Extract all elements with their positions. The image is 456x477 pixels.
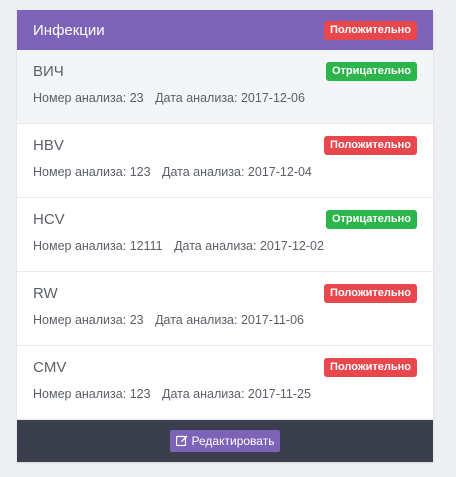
infections-card: Инфекции Положительно ВИЧ Отрицательно Н…	[17, 10, 433, 462]
list-item: RW Положительно Номер анализа: 23 Дата а…	[17, 272, 433, 346]
edit-button-label: Редактировать	[191, 434, 275, 448]
header-status-badge: Положительно	[324, 20, 417, 40]
status-badge: Положительно	[324, 358, 417, 377]
date-label: Дата анализа:	[174, 239, 257, 253]
number-label: Номер анализа:	[33, 165, 127, 179]
list-item: HBV Положительно Номер анализа: 123 Дата…	[17, 124, 433, 198]
item-meta: Номер анализа: 12111 Дата анализа: 2017-…	[33, 239, 417, 253]
date-label: Дата анализа:	[162, 387, 245, 401]
list-item: HCV Отрицательно Номер анализа: 12111 Да…	[17, 198, 433, 272]
edit-button[interactable]: Редактировать	[169, 430, 281, 452]
status-badge: Положительно	[324, 136, 417, 155]
status-badge: Отрицательно	[325, 62, 417, 81]
item-meta: Номер анализа: 123 Дата анализа: 2017-11…	[33, 387, 417, 401]
item-meta: Номер анализа: 23 Дата анализа: 2017-12-…	[33, 91, 417, 105]
item-name: RW	[33, 285, 58, 302]
item-name: CMV	[33, 359, 67, 376]
number-value: 23	[129, 91, 144, 105]
item-meta: Номер анализа: 23 Дата анализа: 2017-11-…	[33, 313, 417, 327]
number-value: 123	[129, 165, 151, 179]
date-label: Дата анализа:	[162, 165, 245, 179]
date-value: 2017-12-02	[259, 239, 324, 253]
list-item: CMV Положительно Номер анализа: 123 Дата…	[17, 346, 433, 420]
date-value: 2017-11-06	[240, 313, 304, 327]
status-badge: Положительно	[324, 284, 417, 303]
number-label: Номер анализа:	[33, 91, 127, 105]
item-name: HCV	[33, 211, 65, 228]
list-item: ВИЧ Отрицательно Номер анализа: 23 Дата …	[17, 50, 433, 124]
number-value: 12111	[129, 239, 163, 253]
card-title: Инфекции	[33, 21, 105, 39]
number-label: Номер анализа:	[33, 387, 127, 401]
number-label: Номер анализа:	[33, 239, 127, 253]
item-name: ВИЧ	[33, 63, 64, 80]
item-name: HBV	[33, 137, 64, 154]
edit-icon	[175, 435, 188, 447]
date-value: 2017-12-04	[247, 165, 312, 179]
date-label: Дата анализа:	[155, 313, 238, 327]
card-footer: Редактировать	[17, 420, 433, 462]
date-label: Дата анализа:	[155, 91, 238, 105]
item-meta: Номер анализа: 123 Дата анализа: 2017-12…	[33, 165, 417, 179]
number-value: 23	[129, 313, 144, 327]
card-header: Инфекции Положительно	[17, 10, 433, 50]
date-value: 2017-11-25	[247, 387, 311, 401]
number-label: Номер анализа:	[33, 313, 127, 327]
date-value: 2017-12-06	[240, 91, 305, 105]
infection-list: ВИЧ Отрицательно Номер анализа: 23 Дата …	[17, 50, 433, 420]
number-value: 123	[129, 387, 151, 401]
status-badge: Отрицательно	[325, 210, 417, 229]
